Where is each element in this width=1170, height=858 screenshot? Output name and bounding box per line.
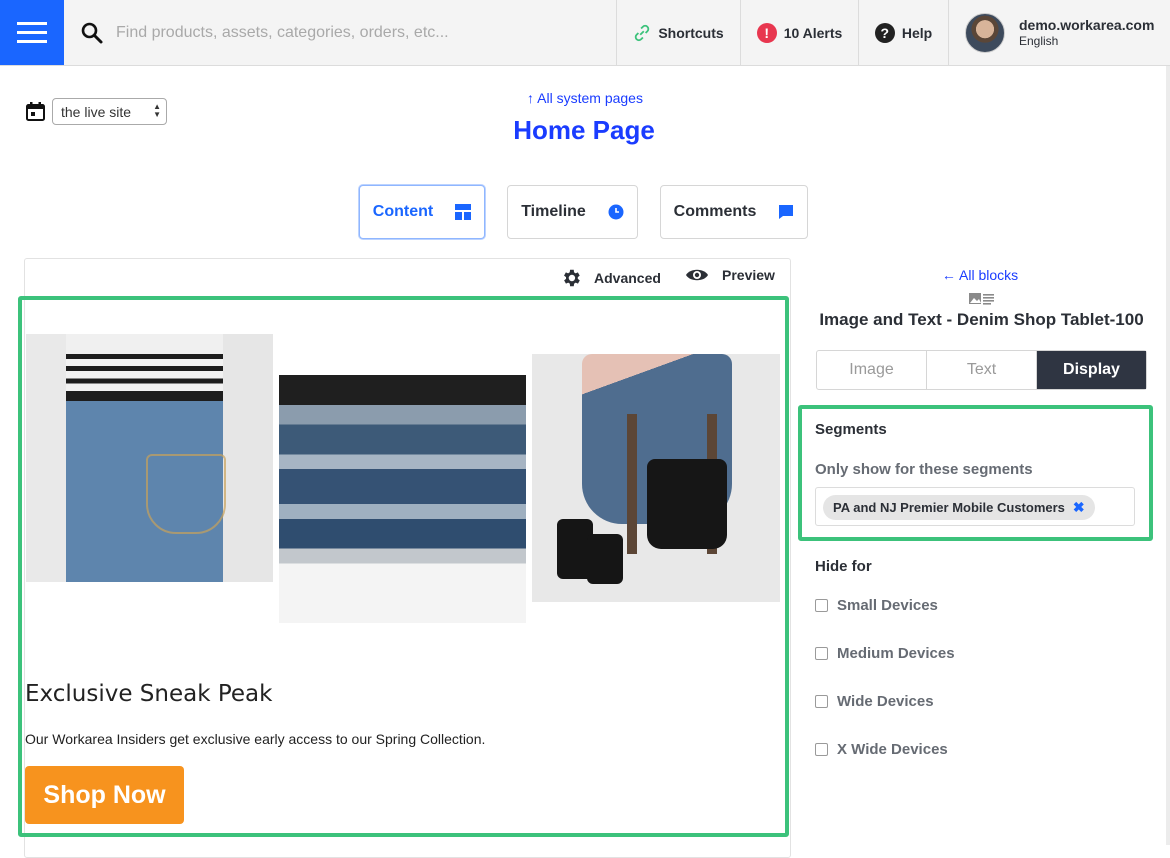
- boot: [587, 534, 623, 584]
- wide-devices-checkbox[interactable]: [815, 695, 828, 708]
- user-domain: demo.workarea.com: [1019, 16, 1155, 33]
- tab-image[interactable]: Image: [817, 351, 927, 389]
- calendar-icon[interactable]: [25, 101, 46, 122]
- small-devices-label: Small Devices: [837, 597, 938, 614]
- tab-text[interactable]: Text: [927, 351, 1037, 389]
- clock-icon: [608, 204, 624, 220]
- model-with-bag-photo: [532, 354, 780, 602]
- hide-x-wide-devices-option[interactable]: X Wide Devices: [815, 741, 948, 758]
- jeans-back-photo: [26, 334, 273, 582]
- all-blocks-link[interactable]: ← All blocks: [930, 267, 1030, 283]
- avatar: [965, 12, 1005, 53]
- hamburger-icon-line: [17, 31, 47, 34]
- folded-jeans-photo: [279, 375, 526, 623]
- tab-timeline-label: Timeline: [521, 203, 586, 220]
- tab-content-label: Content: [372, 203, 434, 220]
- segment-chip-label: PA and NJ Premier Mobile Customers: [833, 500, 1065, 515]
- preview-label: Preview: [722, 267, 775, 283]
- hide-for-heading: Hide for: [815, 558, 872, 575]
- shortcuts-button[interactable]: Shortcuts: [616, 0, 740, 65]
- handbag: [647, 459, 727, 549]
- image-text-block-icon: [969, 293, 994, 305]
- tab-comments-label: Comments: [673, 203, 757, 220]
- hide-small-devices-option[interactable]: Small Devices: [815, 597, 938, 614]
- jeans-pocket: [146, 454, 226, 534]
- block-title: Image and Text - Denim Shop Tablet-100: [819, 310, 1144, 329]
- site-select[interactable]: the live site ▲ ▼: [52, 98, 167, 125]
- search-input[interactable]: [116, 16, 596, 50]
- select-arrows-icon: ▲ ▼: [153, 102, 161, 119]
- hide-medium-devices-option[interactable]: Medium Devices: [815, 645, 955, 662]
- page-title: Home Page: [513, 115, 655, 145]
- link-icon: [635, 24, 650, 41]
- small-devices-checkbox[interactable]: [815, 599, 828, 612]
- medium-devices-label: Medium Devices: [837, 645, 955, 662]
- hide-wide-devices-option[interactable]: Wide Devices: [815, 693, 934, 710]
- page-scrollbar[interactable]: [1166, 66, 1170, 845]
- hero-text: Our Workarea Insiders get exclusive earl…: [25, 731, 486, 747]
- user-menu[interactable]: demo.workarea.com English: [948, 0, 1170, 65]
- wide-devices-label: Wide Devices: [837, 693, 934, 710]
- alerts-label: 10 Alerts: [783, 24, 843, 41]
- segments-heading: Segments: [815, 421, 887, 438]
- remove-segment-icon[interactable]: ✖: [1073, 499, 1085, 516]
- hamburger-icon-line: [17, 40, 47, 43]
- help-button[interactable]: ? Help: [858, 0, 948, 65]
- help-label: Help: [901, 24, 933, 41]
- comment-icon: [779, 205, 794, 219]
- shortcuts-label: Shortcuts: [658, 24, 724, 41]
- hero-title: Exclusive Sneak Peak: [25, 681, 273, 707]
- segments-field-label: Only show for these segments: [815, 461, 1033, 478]
- layout-icon: [455, 204, 472, 220]
- preview-button[interactable]: Preview: [685, 267, 775, 283]
- advanced-label: Advanced: [594, 270, 661, 286]
- segment-chip: PA and NJ Premier Mobile Customers ✖: [823, 495, 1095, 520]
- tab-display[interactable]: Display: [1037, 351, 1146, 389]
- all-system-pages-link[interactable]: ↑ All system pages: [520, 90, 650, 106]
- hamburger-icon: [17, 22, 47, 25]
- search-icon[interactable]: [80, 21, 104, 45]
- site-select-value: the live site: [61, 103, 132, 120]
- menu-button[interactable]: [0, 0, 64, 65]
- eye-icon: [686, 269, 708, 281]
- medium-devices-checkbox[interactable]: [815, 647, 828, 660]
- photo-background: [223, 334, 273, 582]
- x-wide-devices-checkbox[interactable]: [815, 743, 828, 756]
- top-bar: Shortcuts ! 10 Alerts ? Help demo.workar…: [0, 0, 1170, 66]
- alerts-button[interactable]: ! 10 Alerts: [740, 0, 858, 65]
- tab-timeline[interactable]: Timeline: [507, 185, 638, 239]
- user-language: English: [1019, 33, 1059, 48]
- tab-comments[interactable]: Comments: [660, 185, 808, 239]
- alert-icon: !: [756, 22, 777, 43]
- gear-icon: [564, 269, 580, 287]
- x-wide-devices-label: X Wide Devices: [837, 741, 948, 758]
- block-settings-tabs: Image Text Display: [816, 350, 1147, 390]
- advanced-button[interactable]: Advanced: [560, 267, 661, 289]
- tab-content[interactable]: Content: [359, 185, 485, 239]
- help-icon: ?: [874, 22, 895, 43]
- photo-background: [26, 334, 66, 582]
- shop-now-button[interactable]: Shop Now: [25, 766, 184, 824]
